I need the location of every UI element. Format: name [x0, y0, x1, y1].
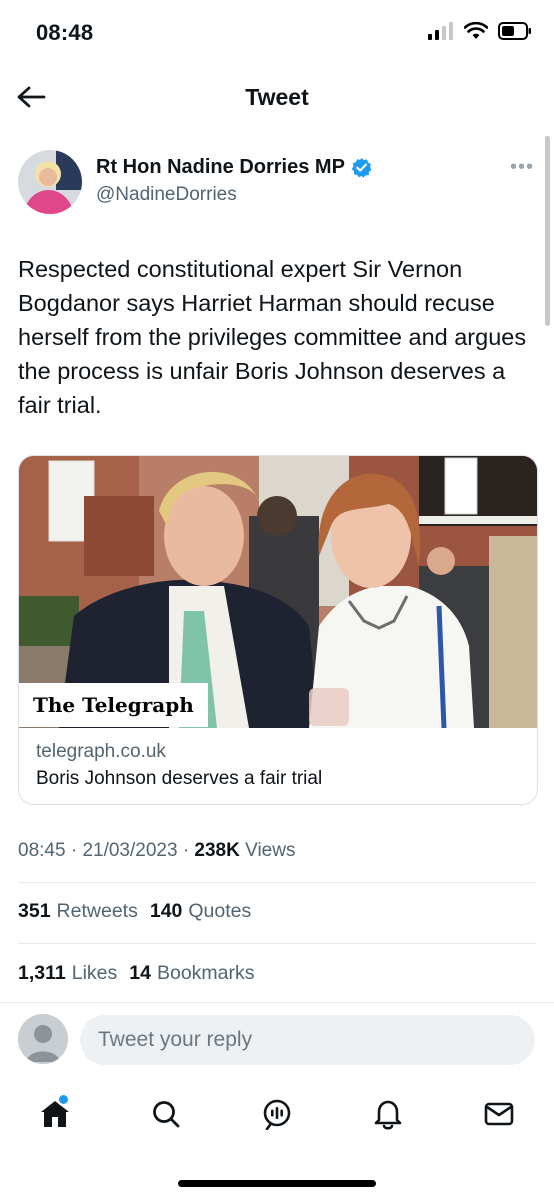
page-title: Tweet [245, 84, 309, 110]
scrollbar[interactable] [545, 136, 550, 326]
card-image[interactable]: The Telegraph [19, 456, 537, 728]
messages-icon [484, 1102, 513, 1126]
card-domain: telegraph.co.uk [36, 741, 166, 762]
avatar-image [18, 150, 82, 214]
status-time: 08:48 [36, 20, 94, 45]
views-count[interactable]: 238K [194, 840, 239, 861]
divider [18, 943, 536, 944]
retweets-label[interactable]: Retweets [57, 900, 138, 922]
author-name[interactable]: Rt Hon Nadine Dorries MP [96, 156, 345, 179]
tweet-meta: 08:45 · 21/03/2023 · 238K Views [18, 840, 295, 862]
search-icon [153, 1101, 180, 1128]
nav-messages[interactable] [474, 1089, 524, 1139]
views-label[interactable]: Views [245, 840, 295, 861]
battery-icon [498, 22, 531, 40]
stats-row-likes: 1,311 Likes 14 Bookmarks [18, 962, 255, 985]
quotes-count[interactable]: 140 [150, 900, 183, 922]
nav-spaces[interactable] [252, 1089, 302, 1139]
more-options-icon[interactable]: ••• [510, 156, 534, 179]
nav-search[interactable] [141, 1089, 191, 1139]
reply-avatar[interactable] [18, 1014, 68, 1064]
home-indicator[interactable] [178, 1180, 376, 1187]
likes-label[interactable]: Likes [72, 962, 118, 984]
stats-row-shares: 351 Retweets 140 Quotes [18, 900, 251, 923]
wifi-icon [464, 22, 488, 39]
bookmarks-label[interactable]: Bookmarks [157, 962, 255, 984]
divider [18, 882, 536, 883]
meta-separator: · [182, 840, 190, 861]
status-icons [428, 22, 532, 40]
nav-notifications[interactable] [363, 1089, 413, 1139]
publisher-badge: The Telegraph [19, 683, 208, 727]
bookmarks-stat[interactable]: 14 Bookmarks [129, 962, 254, 985]
tweet-text: Respected constitutional expert Sir Vern… [18, 256, 527, 418]
retweets-stat[interactable]: 351 Retweets [18, 900, 138, 923]
bottom-nav [0, 1088, 554, 1140]
verified-badge-icon [351, 157, 372, 178]
bookmarks-count[interactable]: 14 [129, 962, 151, 984]
author-handle[interactable]: @NadineDorries [96, 184, 237, 206]
likes-stat[interactable]: 1,311 Likes [18, 962, 117, 985]
quotes-stat[interactable]: 140 Quotes [150, 900, 251, 923]
card-title: Boris Johnson deserves a fair trial [36, 768, 323, 789]
cellular-signal-icon [428, 22, 453, 40]
likes-count[interactable]: 1,311 [18, 962, 66, 984]
default-avatar-icon [18, 1014, 68, 1064]
reply-input[interactable] [80, 1015, 535, 1065]
tweet-date: 21/03/2023 [82, 840, 178, 861]
meta-separator: · [70, 840, 78, 861]
notifications-icon [374, 1100, 402, 1130]
author-name-row[interactable]: Rt Hon Nadine Dorries MP [96, 156, 372, 179]
spaces-icon [263, 1099, 291, 1130]
link-card[interactable]: The Telegraph telegraph.co.uk Boris John… [18, 455, 538, 805]
author-avatar[interactable] [18, 150, 82, 214]
divider [0, 1002, 554, 1003]
retweets-count[interactable]: 351 [18, 900, 51, 922]
quotes-label[interactable]: Quotes [188, 900, 251, 922]
tweet-time: 08:45 [18, 840, 66, 861]
nav-home[interactable] [30, 1089, 80, 1139]
